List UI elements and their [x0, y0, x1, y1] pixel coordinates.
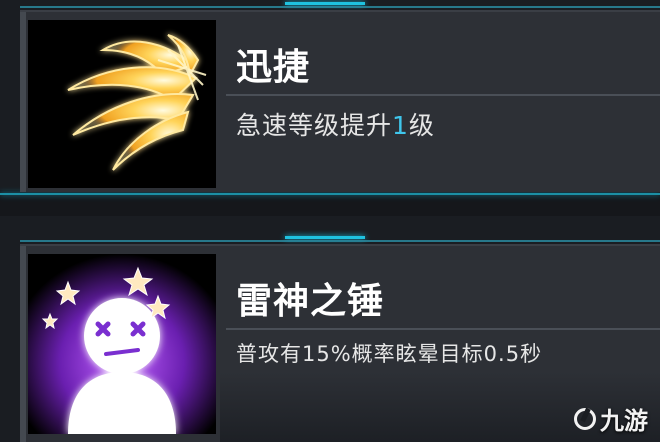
top-line — [20, 6, 660, 8]
mid-glow-line — [0, 193, 660, 195]
mid-glow-line-2 — [285, 236, 365, 239]
card-divider — [226, 328, 660, 330]
flame-wing-icon — [28, 20, 216, 188]
skill-card-1[interactable]: 迅捷 急速等级提升1级 — [20, 10, 660, 192]
jiuyou-logo-icon — [574, 407, 596, 430]
card-divider — [226, 94, 660, 96]
card-side-bar — [20, 246, 26, 442]
skill-title: 迅捷 — [236, 47, 311, 88]
watermark: 九游 — [574, 401, 648, 436]
skill-description: 急速等级提升1级 — [236, 106, 435, 142]
skill-description: 普攻有15%概率眩晕目标0.5秒 — [236, 342, 543, 366]
skill-title: 雷神之锤 — [236, 281, 385, 322]
desc-text: 急速等级提升 — [236, 111, 393, 140]
desc-highlight-value: 1 — [392, 111, 409, 140]
card-side-bar — [20, 12, 26, 192]
watermark-text: 九游 — [600, 407, 648, 435]
top-glow-line — [285, 2, 365, 5]
mid-line — [20, 240, 660, 242]
desc-text-end: 级 — [408, 111, 435, 140]
dizzy-stars-icon — [28, 254, 216, 434]
skill-card-2[interactable]: 雷神之锤 普攻有15%概率眩晕目标0.5秒 — [20, 244, 660, 442]
